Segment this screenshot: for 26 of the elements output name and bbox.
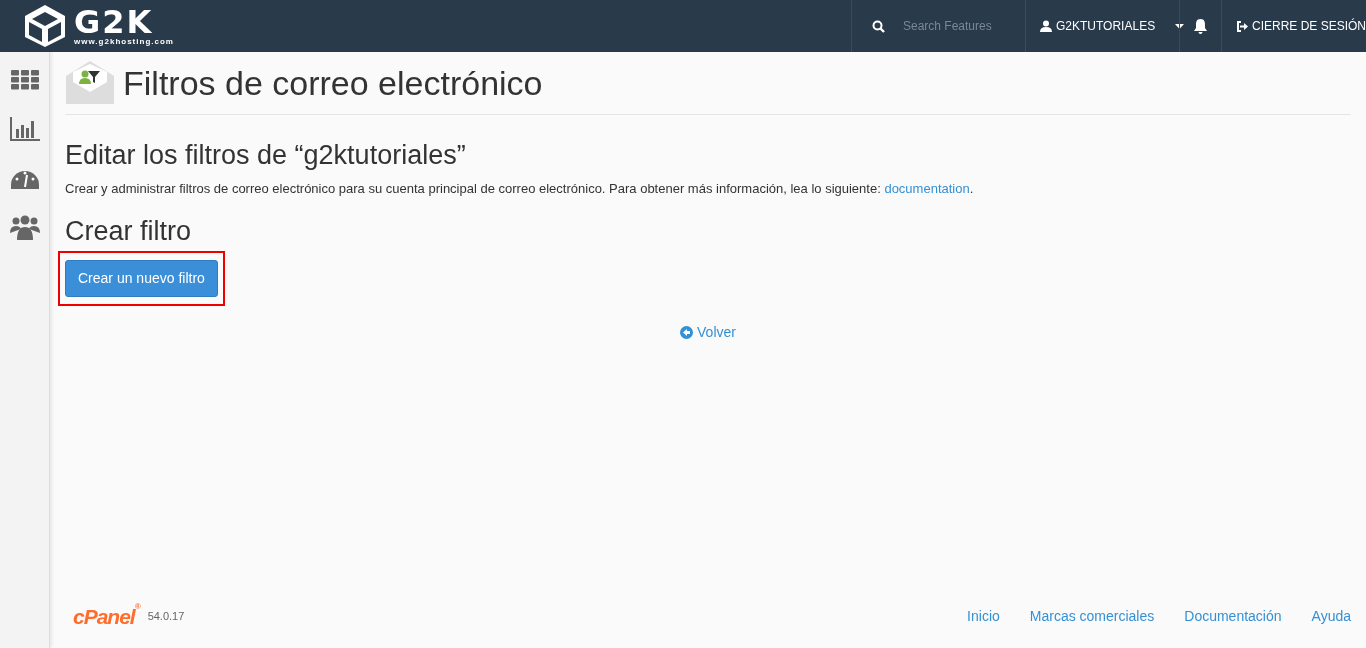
cube-logo-icon — [24, 4, 66, 48]
version-text: 54.0.17 — [147, 609, 185, 624]
section-heading: Crear filtro — [65, 214, 193, 248]
search-field[interactable]: Search Features — [901, 16, 1011, 36]
description-text: Crear y administrar filtros de correo electrónico para su cuenta principal de correo electrónico. Para obtener más información, lea lo siguiente: documentation. — [65, 180, 975, 199]
envelope-filter-icon — [65, 60, 115, 106]
user-menu[interactable]: G2KTUTORIALES — [1040, 17, 1185, 35]
search-icon — [872, 19, 885, 33]
footer-link[interactable]: Documentación — [1184, 605, 1282, 627]
cpanel-logo: cPanel® — [73, 600, 140, 630]
user-icon — [1040, 20, 1052, 32]
section-heading: Editar los filtros de “g2ktutoriales” — [65, 139, 467, 172]
logo-tagline: www.g2khosting.com — [74, 36, 174, 46]
logout-button[interactable]: CIERRE DE SESIÓN — [1236, 17, 1366, 35]
left-arrow-icon — [680, 326, 694, 340]
caret-icon — [1175, 23, 1185, 29]
logout-icon — [1236, 20, 1248, 32]
documentation-link[interactable]: documentation — [884, 181, 970, 197]
footer-link[interactable]: Ayuda — [1311, 605, 1351, 627]
footer-link[interactable]: Inicio — [967, 605, 1000, 627]
create-filter-button[interactable]: Crear un nuevo filtro — [65, 260, 218, 298]
back-link[interactable]: Volver — [680, 322, 736, 344]
bell-icon[interactable] — [1193, 18, 1208, 34]
logo-text: G2K — [74, 6, 154, 37]
page-title: Filtros de correo electrónico — [123, 62, 543, 104]
footer-link[interactable]: Marcas comerciales — [1029, 605, 1155, 627]
